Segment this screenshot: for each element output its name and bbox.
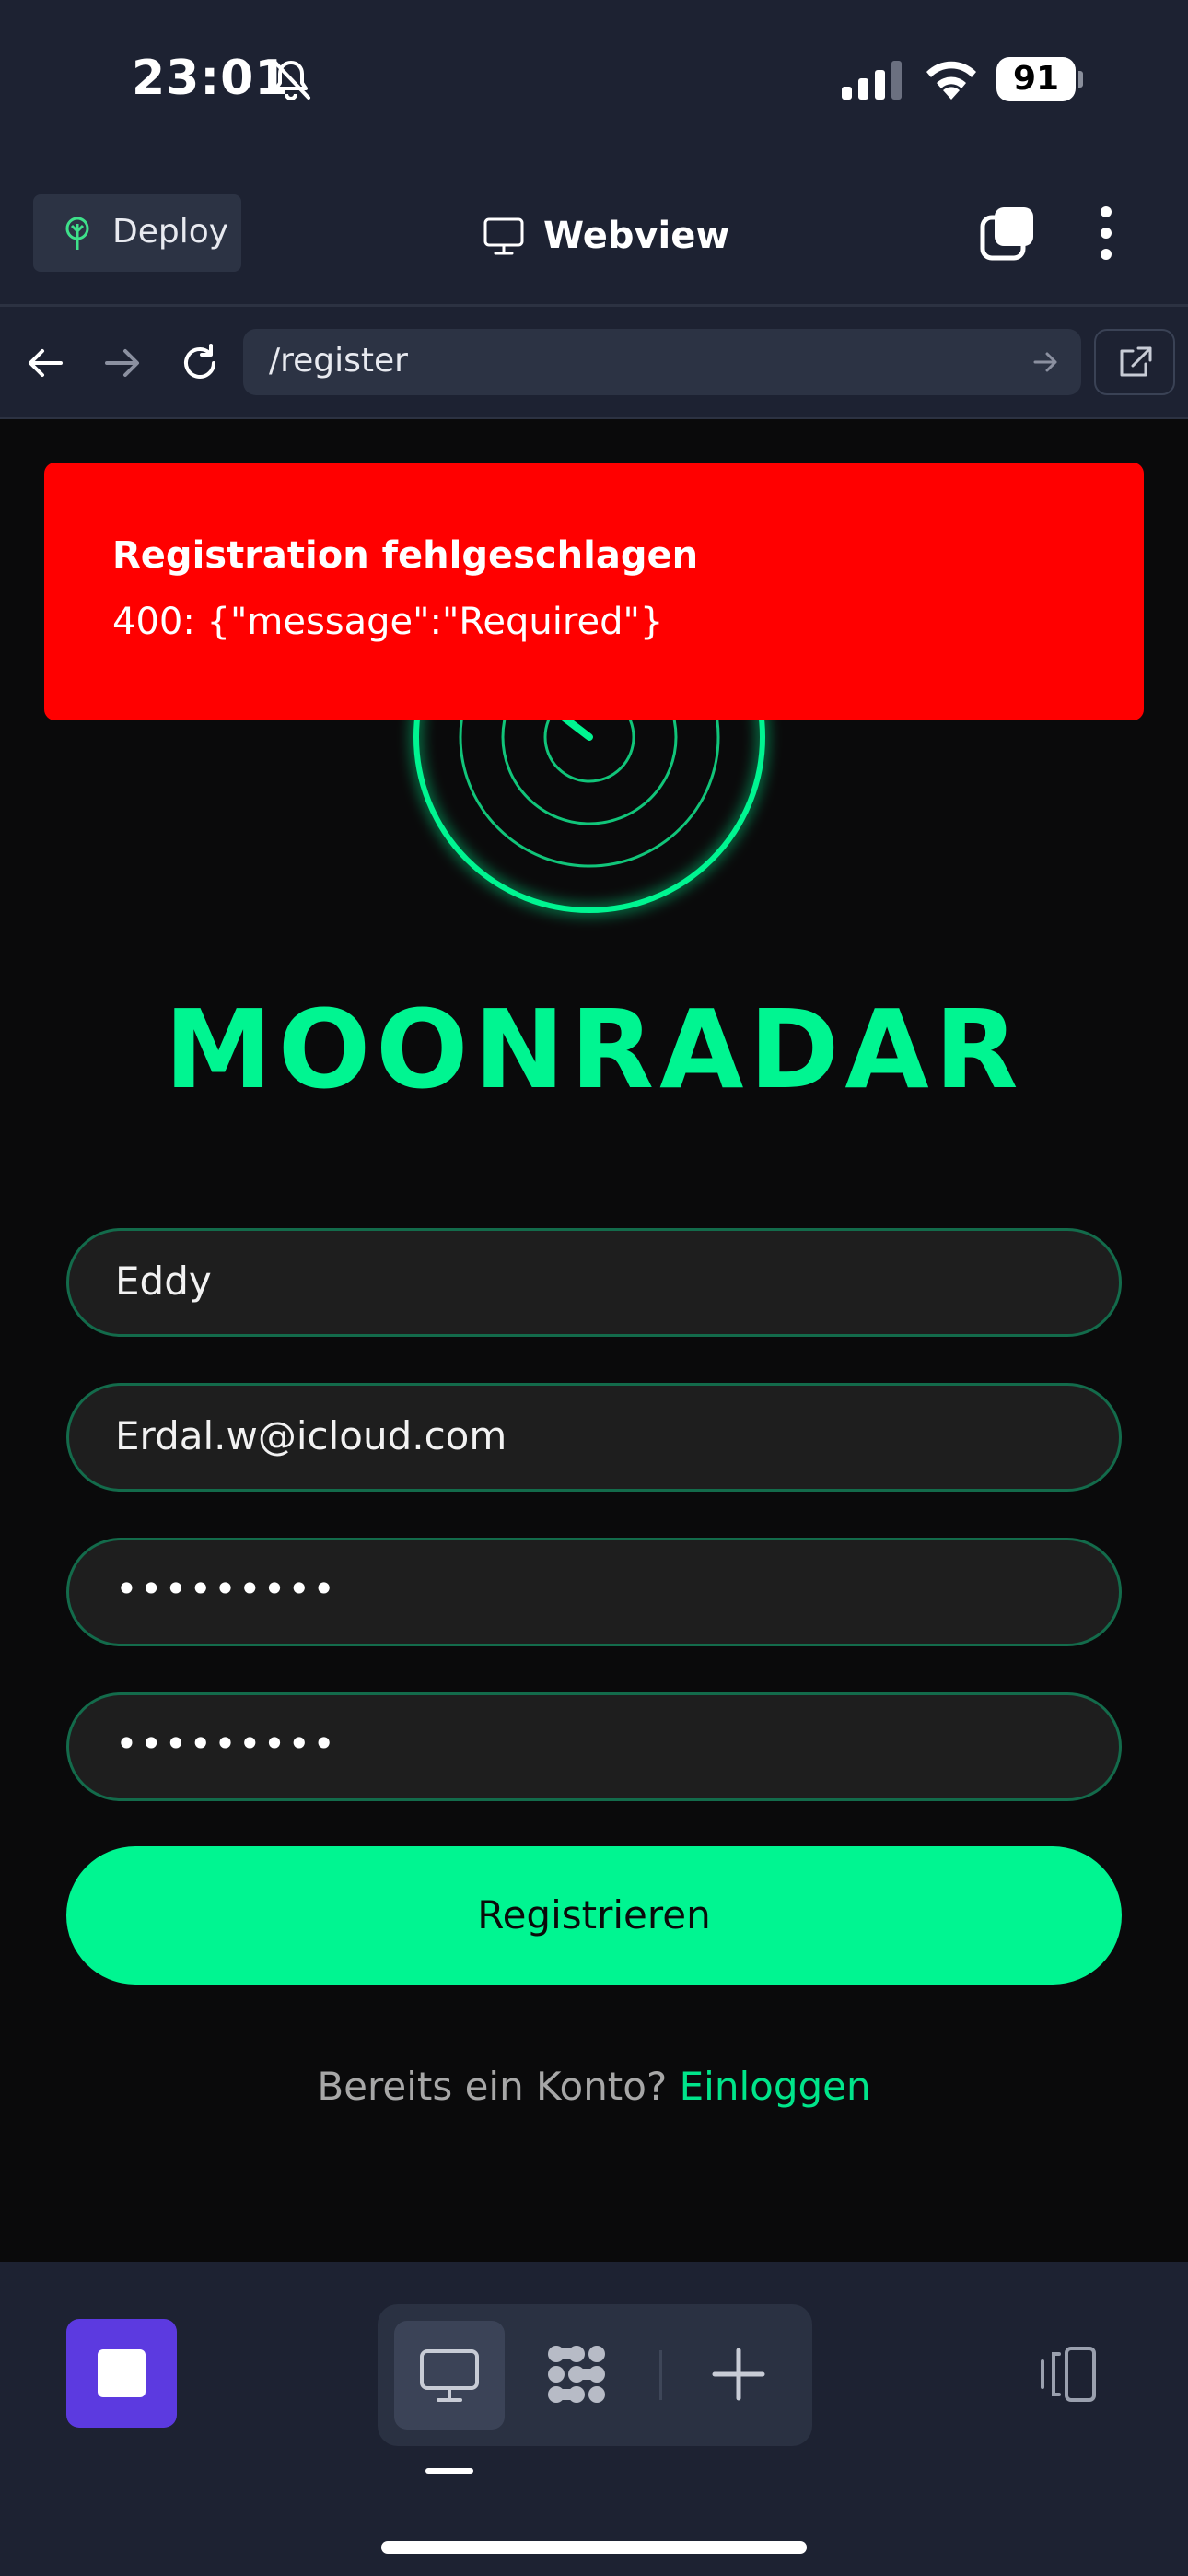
more-vertical-icon[interactable] [1092,205,1120,262]
webview-tab[interactable] [394,2321,505,2430]
login-question: Bereits ein Konto? [317,2064,668,2109]
username-field[interactable]: Eddy [66,1228,1122,1337]
bottom-toolbar [0,2262,1188,2576]
monitor-icon [420,2349,479,2402]
username-value: Eddy [115,1259,212,1304]
register-button[interactable]: Registrieren [66,1846,1122,1985]
tabs-icon[interactable] [980,205,1037,262]
battery-level: 91 [996,57,1076,101]
open-external-button[interactable] [1094,329,1175,395]
deploy-label: Deploy [112,213,229,251]
devices-icon[interactable] [1033,2345,1100,2404]
back-arrow-icon[interactable] [24,342,66,384]
confirm-password-value: ••••••••• [115,1721,337,1766]
workflow-icon[interactable] [543,2341,610,2407]
url-text: /register [269,342,408,380]
toast-title: Registration fehlgeschlagen [112,534,699,577]
active-tab-indicator [425,2468,473,2474]
plus-icon[interactable] [705,2341,772,2407]
url-bar: /register [0,307,1188,419]
login-prompt: Bereits ein Konto? Einloggen [0,2064,1188,2109]
status-bar: 23:01 91 [0,0,1188,166]
password-field[interactable]: ••••••••• [66,1538,1122,1646]
tree-icon [65,217,89,250]
login-link[interactable]: Einloggen [680,2064,871,2109]
reload-icon[interactable] [179,342,221,384]
webview-title: Webview [483,210,729,262]
stop-icon [98,2349,146,2397]
battery-icon: 91 [996,57,1083,101]
view-switcher [378,2304,812,2446]
stop-button[interactable] [66,2319,177,2428]
url-input[interactable]: /register [243,329,1081,395]
deploy-button[interactable]: Deploy [33,194,241,272]
go-arrow-icon[interactable] [1031,347,1061,377]
home-indicator [381,2541,807,2554]
email-field[interactable]: Erdal.w@icloud.com [66,1383,1122,1492]
bell-slash-icon [274,61,310,100]
email-value: Erdal.w@icloud.com [115,1413,507,1458]
cellular-signal-icon [842,61,902,100]
register-label: Registrieren [477,1892,711,1938]
segment-divider [659,2350,662,2400]
status-time: 23:01 [132,51,289,106]
confirm-password-field[interactable]: ••••••••• [66,1692,1122,1801]
wifi-icon [926,61,976,100]
page-title: Webview [543,215,730,257]
brand-name: MOONRADAR [164,986,1024,1113]
toast-message: 400: {"message":"Required"} [112,601,664,643]
error-toast[interactable]: Registration fehlgeschlagen 400: {"messa… [44,463,1144,720]
forward-arrow-icon[interactable] [101,342,144,384]
monitor-icon [483,217,524,255]
external-link-icon [1120,346,1152,377]
app-bar: Deploy Webview [0,166,1188,307]
password-value: ••••••••• [115,1566,337,1611]
